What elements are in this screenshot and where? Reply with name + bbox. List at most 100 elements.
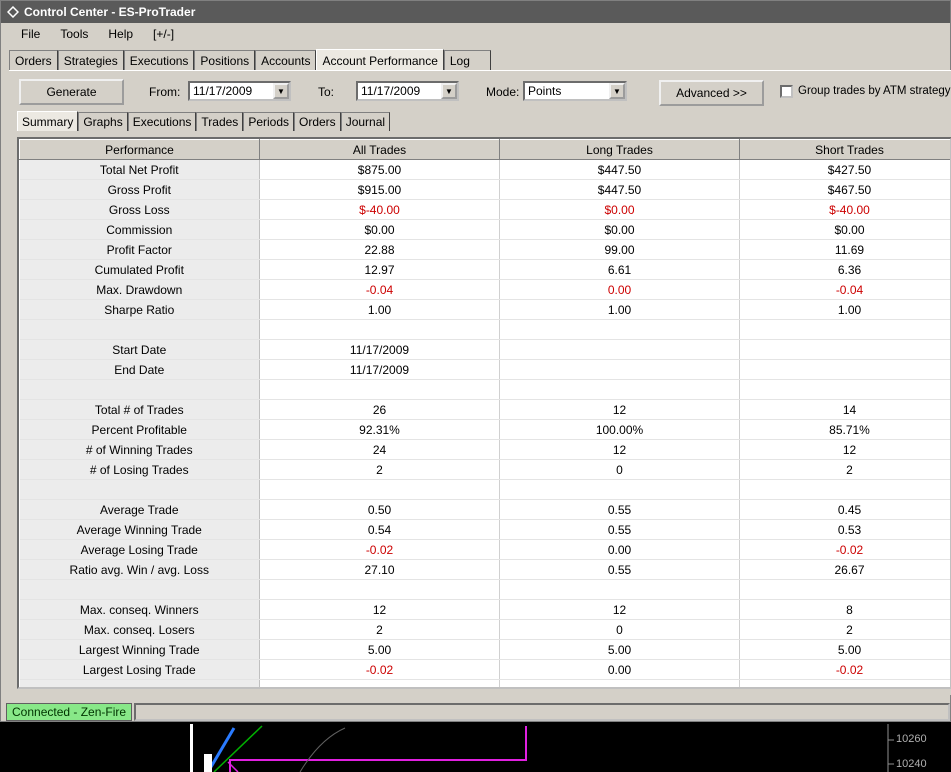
short-trades-cell: $-40.00	[739, 199, 950, 220]
table-row[interactable]: # of Winning Trades 24 12 12	[19, 439, 950, 460]
from-date-combo[interactable]: 11/17/2009 ▼	[188, 81, 291, 101]
table-row[interactable]: Total # of Trades 26 12 14	[19, 399, 950, 420]
performance-grid[interactable]: Performance All Trades Long Trades Short…	[17, 137, 951, 689]
table-body: Total Net Profit $875.00 $447.50 $427.50 Gro…	[19, 159, 950, 687]
generate-button[interactable]: Generate	[19, 79, 124, 105]
table-row[interactable]: Average Winning Trade 0.54 0.55 0.53	[19, 519, 950, 540]
short-trades-cell: $0.00	[739, 219, 950, 240]
short-trades-cell	[739, 479, 950, 500]
column-header-long-trades[interactable]: Long Trades	[499, 139, 740, 160]
table-row[interactable]: Max. conseq. Losers 2 0 2	[19, 619, 950, 640]
mode-select[interactable]: Points ▼	[523, 81, 627, 101]
group-by-atm-checkbox[interactable]	[780, 85, 793, 98]
sub-tab-strip: Summary Graphs Executions Trades Periods…	[17, 111, 391, 131]
metric-name-cell: # of Losing Trades	[19, 459, 260, 480]
all-trades-cell: 2	[259, 619, 500, 640]
table-row[interactable]	[19, 319, 950, 340]
tab-log[interactable]: Log	[443, 50, 491, 71]
chevron-down-icon[interactable]: ▼	[609, 83, 625, 99]
table-row[interactable]: Commission $0.00 $0.00 $0.00	[19, 219, 950, 240]
window-title: Control Center - ES-ProTrader	[24, 5, 196, 19]
all-trades-cell: 0.54	[259, 519, 500, 540]
long-trades-cell: 0.55	[499, 519, 740, 540]
column-header-performance[interactable]: Performance	[19, 139, 260, 160]
subtab-periods[interactable]: Periods	[243, 112, 294, 131]
advanced-button[interactable]: Advanced >>	[659, 80, 764, 106]
all-trades-cell: -0.04	[259, 279, 500, 300]
column-header-short-trades[interactable]: Short Trades	[739, 139, 950, 160]
all-trades-cell: 22.88	[259, 239, 500, 260]
long-trades-cell: $0.00	[499, 199, 740, 220]
table-row[interactable]: Max. Drawdown -0.04 0.00 -0.04	[19, 279, 950, 300]
all-trades-cell: 26	[259, 399, 500, 420]
all-trades-cell: 11/17/2009	[259, 359, 500, 380]
metric-name-cell: Max. Drawdown	[19, 279, 260, 300]
long-trades-cell	[499, 379, 740, 400]
metric-name-cell	[19, 679, 260, 687]
all-trades-cell: $-40.00	[259, 199, 500, 220]
table-row[interactable]: End Date 11/17/2009	[19, 359, 950, 380]
all-trades-cell: 0.50	[259, 499, 500, 520]
subtab-executions[interactable]: Executions	[127, 112, 197, 131]
long-trades-cell	[499, 479, 740, 500]
table-row[interactable]: Percent Profitable 92.31% 100.00% 85.71%	[19, 419, 950, 440]
tab-executions[interactable]: Executions	[123, 50, 195, 71]
toolbar: Generate From: 11/17/2009 ▼ To: 11/17/20…	[9, 77, 951, 107]
all-trades-cell: 12.97	[259, 259, 500, 280]
title-bar[interactable]: Control Center - ES-ProTrader	[1, 1, 950, 23]
subtab-graphs[interactable]: Graphs	[78, 112, 128, 131]
table-row[interactable]: Max. conseq. Winners 12 12 8	[19, 599, 950, 620]
subtab-orders[interactable]: Orders	[294, 112, 341, 131]
table-row[interactable]: Total Net Profit $875.00 $447.50 $427.50	[19, 159, 950, 180]
long-trades-cell: 0	[499, 619, 740, 640]
subtab-summary[interactable]: Summary	[17, 111, 79, 131]
tab-positions[interactable]: Positions	[194, 50, 256, 71]
table-row[interactable]: Profit Factor 22.88 99.00 11.69	[19, 239, 950, 260]
short-trades-cell: 2	[739, 619, 950, 640]
metric-name-cell: Ratio avg. Win / avg. Loss	[19, 559, 260, 580]
menu-expand-toggle[interactable]: [+/-]	[143, 27, 184, 41]
account-performance-panel: Generate From: 11/17/2009 ▼ To: 11/17/20…	[9, 70, 951, 695]
mode-value: Points	[528, 84, 562, 98]
table-row[interactable]: Gross Profit $915.00 $447.50 $467.50	[19, 179, 950, 200]
metric-name-cell: Max. conseq. Winners	[19, 599, 260, 620]
column-header-all-trades[interactable]: All Trades	[259, 139, 500, 160]
menu-help[interactable]: Help	[98, 27, 143, 41]
subtab-trades[interactable]: Trades	[196, 112, 244, 131]
table-row[interactable]: # of Losing Trades 2 0 2	[19, 459, 950, 480]
tab-orders[interactable]: Orders	[9, 50, 58, 71]
table-row[interactable]: Gross Loss $-40.00 $0.00 $-40.00	[19, 199, 950, 220]
tab-strategies[interactable]: Strategies	[57, 50, 124, 71]
table-row[interactable]	[19, 579, 950, 600]
metric-name-cell: Largest Winning Trade	[19, 639, 260, 660]
price-axis-label: 10260	[896, 733, 927, 745]
all-trades-cell: $875.00	[259, 159, 500, 180]
metric-name-cell: # of Winning Trades	[19, 439, 260, 460]
to-date-value: 11/17/2009	[361, 84, 421, 98]
menu-file[interactable]: File	[11, 27, 50, 41]
metric-name-cell: Commission	[19, 219, 260, 240]
tab-account-performance[interactable]: Account Performance	[316, 49, 444, 71]
all-trades-cell: -0.02	[259, 539, 500, 560]
table-row[interactable]: Ratio avg. Win / avg. Loss 27.10 0.55 26.67	[19, 559, 950, 580]
metric-name-cell: Max. conseq. Losers	[19, 619, 260, 640]
table-row[interactable]: Largest Winning Trade 5.00 5.00 5.00	[19, 639, 950, 660]
table-row[interactable]: Start Date 11/17/2009	[19, 339, 950, 360]
table-row[interactable]: Largest Losing Trade -0.02 0.00 -0.02	[19, 659, 950, 680]
long-trades-cell: 0.00	[499, 659, 740, 680]
to-date-combo[interactable]: 11/17/2009 ▼	[356, 81, 459, 101]
table-row[interactable]	[19, 379, 950, 400]
chevron-down-icon[interactable]: ▼	[273, 83, 289, 99]
table-row[interactable]: Average Trade 0.50 0.55 0.45	[19, 499, 950, 520]
table-row[interactable]: Average Losing Trade -0.02 0.00 -0.02	[19, 539, 950, 560]
subtab-journal[interactable]: Journal	[340, 112, 391, 131]
table-row[interactable]: Cumulated Profit 12.97 6.61 6.36	[19, 259, 950, 280]
table-row[interactable]	[19, 479, 950, 500]
table-row[interactable]	[19, 679, 950, 687]
short-trades-cell: -0.02	[739, 659, 950, 680]
chevron-down-icon[interactable]: ▼	[441, 83, 457, 99]
menu-tools[interactable]: Tools	[50, 27, 98, 41]
tab-accounts[interactable]: Accounts	[255, 50, 317, 71]
table-row[interactable]: Sharpe Ratio 1.00 1.00 1.00	[19, 299, 950, 320]
long-trades-cell: 0.00	[499, 539, 740, 560]
